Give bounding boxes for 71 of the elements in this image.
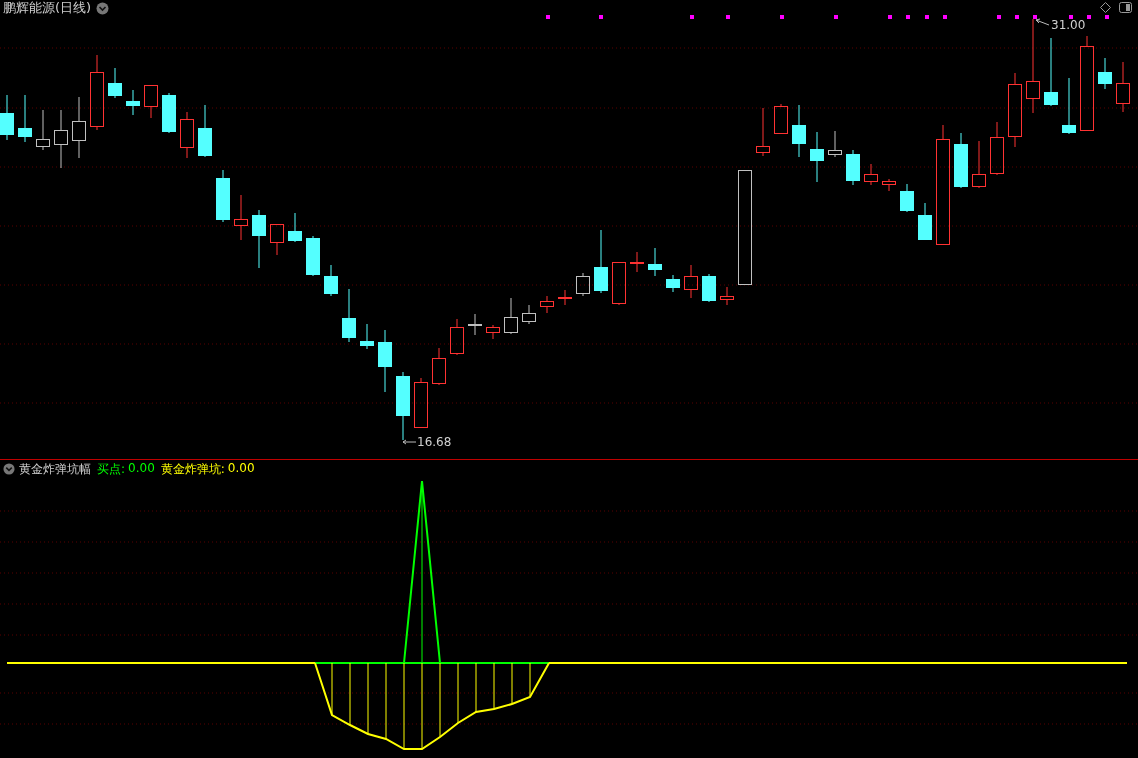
candlestick xyxy=(576,272,590,297)
candlestick xyxy=(756,107,770,157)
candlestick xyxy=(432,347,446,386)
stock-title: 鹏辉能源(日线) xyxy=(3,0,92,17)
candlestick xyxy=(360,323,374,350)
candlestick xyxy=(54,109,68,169)
candlestick xyxy=(522,304,536,325)
candlestick xyxy=(486,324,500,340)
leader-line xyxy=(402,439,417,445)
candlestick xyxy=(324,264,338,297)
candlestick xyxy=(900,183,914,213)
candlestick xyxy=(36,109,50,151)
candlestick xyxy=(846,149,860,186)
candlestick xyxy=(540,295,554,314)
candlestick xyxy=(342,288,356,343)
low-price-label: 16.68 xyxy=(417,435,452,449)
candlestick xyxy=(612,261,626,306)
candlestick xyxy=(882,178,896,192)
candlestick xyxy=(954,132,968,189)
candlestick xyxy=(180,111,194,159)
candlestick xyxy=(918,202,932,241)
candlestick xyxy=(1044,37,1058,107)
output-label: 黄金炸弹坑: xyxy=(160,460,225,478)
candlestick xyxy=(18,94,32,143)
candlestick xyxy=(1062,77,1076,135)
candlestick xyxy=(378,329,392,393)
candlestick xyxy=(828,130,842,158)
candlestick xyxy=(72,96,86,159)
candlestick xyxy=(504,297,518,335)
candlestick xyxy=(414,377,428,429)
candlestick xyxy=(702,273,716,303)
candlestick xyxy=(270,223,284,256)
candlestick xyxy=(396,371,410,441)
candlestick xyxy=(630,251,644,273)
candlestick xyxy=(1116,61,1130,113)
candlestick xyxy=(720,286,734,306)
output-value: 0.00 xyxy=(227,460,255,477)
diamond-icon[interactable] xyxy=(1100,2,1111,13)
indicator-name: 黄金炸弹坑幅 xyxy=(19,460,91,478)
candlestick xyxy=(990,121,1004,176)
candlestick xyxy=(558,289,572,306)
dropdown-icon[interactable] xyxy=(96,1,110,15)
candlestick xyxy=(306,235,320,277)
high-price-label: 31.00 xyxy=(1051,18,1086,32)
output-label: 买点: xyxy=(97,460,126,478)
candlestick xyxy=(792,104,806,158)
candlestick xyxy=(684,264,698,299)
candlestick xyxy=(144,84,158,119)
candlestick xyxy=(774,103,788,135)
candlestick xyxy=(216,169,230,223)
candlestick xyxy=(234,194,248,241)
dropdown-icon[interactable] xyxy=(3,463,15,475)
candlestick xyxy=(252,209,266,269)
candlestick xyxy=(450,318,464,356)
candlestick xyxy=(666,274,680,293)
panel-toggle-icon[interactable] xyxy=(1119,2,1132,13)
candlestick xyxy=(0,94,14,141)
candlestick xyxy=(972,140,986,189)
candlestick xyxy=(198,104,212,158)
candlestick xyxy=(288,212,302,243)
candlestick xyxy=(648,247,662,277)
candlestick xyxy=(1098,57,1112,90)
candlestick xyxy=(162,92,176,134)
candlestick xyxy=(126,89,140,116)
output-value: 0.00 xyxy=(128,460,155,477)
candlestick xyxy=(810,131,824,183)
candlestick xyxy=(594,229,608,294)
leader-line xyxy=(1035,18,1050,26)
candlestick xyxy=(864,163,878,186)
candlestick xyxy=(108,67,122,99)
candlestick xyxy=(468,313,482,336)
